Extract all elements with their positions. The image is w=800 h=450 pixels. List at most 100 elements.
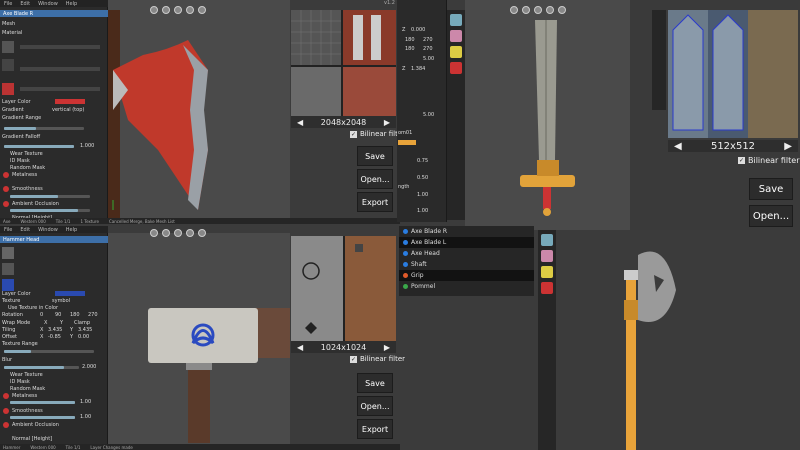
b-menu-help[interactable]: Help <box>66 227 77 233</box>
value-075[interactable]: 0.75 <box>417 158 428 164</box>
top-export-button[interactable]: Export <box>357 192 393 212</box>
sword-view-icon-1[interactable] <box>510 6 518 14</box>
item-material[interactable]: Material <box>2 30 22 36</box>
layer-thumb-3[interactable] <box>2 83 14 95</box>
coord-270b[interactable]: 270 <box>423 46 433 52</box>
checkbox-icon[interactable]: ✓ <box>350 130 357 138</box>
sword-view-icon-2[interactable] <box>522 6 530 14</box>
view-icon-2[interactable] <box>162 6 170 14</box>
view-icon-4[interactable] <box>186 6 194 14</box>
b-sub-normal[interactable]: Normal [Height] <box>12 436 52 442</box>
coord-270a[interactable]: 270 <box>423 37 433 43</box>
next-texture-icon[interactable]: ▶ <box>384 118 390 127</box>
b-sub-smoothness[interactable]: Smoothness <box>12 408 43 414</box>
layer-controls-1[interactable] <box>20 45 100 49</box>
bottom-texture-image[interactable] <box>291 236 396 341</box>
br-tool-icon-3[interactable] <box>541 266 553 278</box>
part-item-axe-blade-l[interactable]: Axe Blade L <box>399 237 534 248</box>
tool-icon-4[interactable] <box>450 62 462 74</box>
smoothness-slider[interactable] <box>10 195 90 198</box>
coord-180b[interactable]: 180 <box>405 46 415 52</box>
right-save-button[interactable]: Save <box>749 178 793 200</box>
ao-slider[interactable] <box>10 209 90 212</box>
gradient-falloff-slider[interactable] <box>4 145 74 148</box>
layer-color-swatch[interactable] <box>55 99 85 104</box>
b-export-button[interactable]: Export <box>357 419 393 439</box>
coord-180a[interactable]: 180 <box>405 37 415 43</box>
b-rot-90[interactable]: 90 <box>55 312 61 318</box>
top-viewport-axe-blade[interactable] <box>108 0 290 222</box>
b-rot-0[interactable]: 0 <box>40 312 43 318</box>
menu-window[interactable]: Window <box>38 1 58 7</box>
layer-thumb-1[interactable] <box>2 41 14 53</box>
value-5[interactable]: 5.00 <box>423 112 434 118</box>
b-wrap-clamp[interactable]: Clamp <box>74 320 90 326</box>
b-save-button[interactable]: Save <box>357 373 393 393</box>
value-100b[interactable]: 1.00 <box>417 208 428 214</box>
part-item-shaft[interactable]: Shaft <box>399 259 534 270</box>
b-menu-file[interactable]: File <box>4 227 12 233</box>
sub-smoothness[interactable]: Smoothness <box>12 186 43 192</box>
br-tool-icon-2[interactable] <box>541 250 553 262</box>
b-sub-idmask[interactable]: ID Mask <box>10 379 30 385</box>
top-toolbar-icons[interactable] <box>150 3 206 17</box>
value-100a[interactable]: 1.00 <box>417 192 428 198</box>
part-item-pommel[interactable]: Pommel <box>399 281 534 292</box>
tool-icon-2[interactable] <box>450 30 462 42</box>
tool-icon-1[interactable] <box>450 14 462 26</box>
b-offset-y-val[interactable]: 0.00 <box>78 334 89 340</box>
part-item-axe-head[interactable]: Axe Head <box>399 248 534 259</box>
gradient-value[interactable]: vertical (top) <box>52 107 84 113</box>
b-sub-random[interactable]: Random Mask <box>10 386 45 392</box>
b-prev-icon[interactable]: ◀ <box>297 343 303 352</box>
right-open-button[interactable]: Open... <box>749 205 793 227</box>
view-icon-1[interactable] <box>150 6 158 14</box>
b-view-icon-1[interactable] <box>150 229 158 237</box>
br-tool-icon-4[interactable] <box>541 282 553 294</box>
coord-5[interactable]: 5.00 <box>423 56 434 62</box>
sword-view-icon-5[interactable] <box>558 6 566 14</box>
b-view-icon-2[interactable] <box>162 229 170 237</box>
b-next-icon[interactable]: ▶ <box>384 343 390 352</box>
menu-file[interactable]: File <box>4 1 12 7</box>
value-050[interactable]: 0.50 <box>417 175 428 181</box>
b-layer-color-swatch[interactable] <box>55 291 85 296</box>
b-view-icon-3[interactable] <box>174 229 182 237</box>
right-checkbox-icon[interactable]: ✓ <box>738 157 745 164</box>
sword-toolbar-icons[interactable] <box>510 3 566 17</box>
view-icon-3[interactable] <box>174 6 182 14</box>
sub-wear-texture[interactable]: Wear Texture <box>10 151 43 157</box>
gradient-range-slider[interactable] <box>4 127 84 130</box>
top-texture-image[interactable] <box>291 10 396 116</box>
part-item-grip[interactable]: Grip <box>399 270 534 281</box>
br-tool-icon-1[interactable] <box>541 234 553 246</box>
bottom-viewport-hammer[interactable] <box>108 233 290 444</box>
layer-controls-3[interactable] <box>20 87 100 91</box>
right-bilinear-checkbox[interactable]: ✓ Bilinear filter <box>738 156 800 165</box>
b-view-icon-4[interactable] <box>186 229 194 237</box>
orange-swatch[interactable] <box>398 140 416 145</box>
b-smoothness-slider[interactable] <box>10 416 75 419</box>
part-item-axe-blade-r[interactable]: Axe Blade R <box>399 226 534 237</box>
coord-z2-value[interactable]: 1.384 <box>411 66 425 72</box>
b-rot-270[interactable]: 270 <box>88 312 98 318</box>
b-blur-slider[interactable] <box>4 366 79 369</box>
b-bilinear-checkbox[interactable]: ✓ Bilinear filter <box>350 355 405 363</box>
b-sub-ao[interactable]: Ambient Occlusion <box>12 422 59 428</box>
top-open-button[interactable]: Open... <box>357 169 393 189</box>
b-offset-x-val[interactable]: -0.85 <box>48 334 61 340</box>
layer-controls-2[interactable] <box>20 67 100 71</box>
b-open-button[interactable]: Open... <box>357 396 393 416</box>
menu-help[interactable]: Help <box>66 1 77 7</box>
tool-icon-3[interactable] <box>450 46 462 58</box>
sword-view-icon-4[interactable] <box>546 6 554 14</box>
sword-view-icon-3[interactable] <box>534 6 542 14</box>
b-tiling-x-val[interactable]: 3.435 <box>48 327 62 333</box>
top-save-button[interactable]: Save <box>357 146 393 166</box>
coord-z-value[interactable]: 0.000 <box>411 27 425 33</box>
b-wrap-x[interactable]: X <box>44 320 47 326</box>
axe-viewport[interactable] <box>556 230 800 450</box>
prev-texture-icon[interactable]: ◀ <box>297 118 303 127</box>
b-tiling-y-val[interactable]: 3.435 <box>78 327 92 333</box>
sub-metalness[interactable]: Metalness <box>12 172 37 178</box>
